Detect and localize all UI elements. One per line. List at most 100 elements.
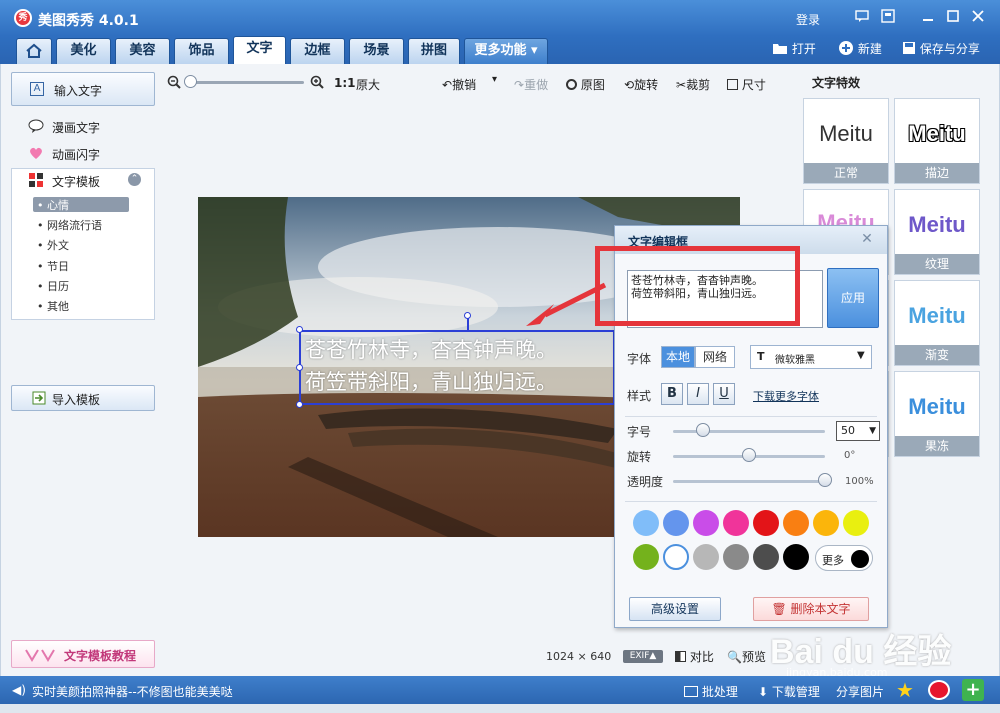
tab-beauty[interactable]: 美容 xyxy=(115,38,170,64)
template-item-other[interactable]: • 其他 xyxy=(37,298,69,314)
zoom-slider[interactable] xyxy=(186,81,304,84)
trash-icon: 🗑 xyxy=(771,602,787,616)
color-swatch[interactable] xyxy=(633,510,659,536)
opacity-slider[interactable] xyxy=(673,480,825,483)
color-swatch[interactable] xyxy=(663,544,689,570)
original-image-button[interactable]: 原图 xyxy=(566,76,605,93)
redo-button[interactable]: ↷重做 xyxy=(514,76,548,93)
minimize-icon[interactable] xyxy=(920,9,936,25)
font-web-toggle[interactable]: 网络 xyxy=(695,346,735,368)
collapse-icon[interactable]: ⌃ xyxy=(128,173,141,186)
bold-button[interactable]: B xyxy=(661,383,683,405)
star-icon[interactable]: ★ xyxy=(896,679,918,701)
italic-button[interactable]: I xyxy=(687,383,709,405)
undo-button[interactable]: ↶撤销 xyxy=(442,76,476,93)
resize-handle-bottom-left[interactable] xyxy=(296,401,303,408)
resize-handle-top-left[interactable] xyxy=(296,326,303,333)
opacity-slider-knob[interactable] xyxy=(818,473,832,487)
effect-jelly[interactable]: Meitu 果冻 xyxy=(894,371,980,457)
font-size-slider-knob[interactable] xyxy=(696,423,711,437)
color-swatch[interactable] xyxy=(843,510,869,536)
color-swatch[interactable] xyxy=(753,544,779,570)
template-item-calendar[interactable]: • 日历 xyxy=(37,278,69,294)
template-item-foreign[interactable]: • 外文 xyxy=(37,237,69,253)
font-size-select[interactable]: 50 ▼ xyxy=(836,421,880,441)
template-item-mood[interactable]: • 心情 xyxy=(37,197,69,213)
rotate-handle[interactable] xyxy=(464,312,471,319)
zoom-out-icon[interactable] xyxy=(167,75,181,92)
apply-button[interactable]: 应用 xyxy=(827,268,879,328)
download-fonts-link[interactable]: 下载更多字体 xyxy=(753,388,819,404)
color-swatch[interactable] xyxy=(723,544,749,570)
batch-button[interactable]: 批处理 xyxy=(684,683,738,700)
underline-button[interactable]: U xyxy=(713,383,735,405)
font-select[interactable]: T 微软雅黑 ▼ xyxy=(750,345,872,369)
effect-stroke[interactable]: Meitu 描边 xyxy=(894,98,980,184)
tab-frame[interactable]: 边框 xyxy=(290,38,345,64)
color-swatch[interactable] xyxy=(663,510,689,536)
share-image-button[interactable]: 分享图片 xyxy=(836,683,884,700)
tab-collage[interactable]: 拼图 xyxy=(408,38,460,64)
rotate-button[interactable]: ⟲旋转 xyxy=(624,76,658,93)
comment-icon[interactable] xyxy=(854,9,870,25)
color-swatch[interactable] xyxy=(693,544,719,570)
effect-gradient[interactable]: Meitu 渐变 xyxy=(894,280,980,366)
color-swatch[interactable] xyxy=(783,544,809,570)
maximize-icon[interactable] xyxy=(945,9,961,25)
color-swatch[interactable] xyxy=(753,510,779,536)
weibo-icon[interactable] xyxy=(928,680,950,700)
delete-text-button[interactable]: 🗑 删除本文字 xyxy=(753,597,869,621)
status-tip-link[interactable]: 实时美颜拍照神器--不修图也能美美哒 xyxy=(32,683,233,700)
import-template-button[interactable]: 导入模板 xyxy=(11,385,155,411)
divider xyxy=(625,416,877,417)
animated-text-link[interactable]: 动画闪字 xyxy=(52,146,100,163)
input-text-button[interactable]: A 输入文字 xyxy=(11,72,155,106)
login-link[interactable]: 登录 xyxy=(796,11,820,28)
template-tutorial-button[interactable]: 文字模板教程 xyxy=(11,640,155,668)
text-a-icon: A xyxy=(30,82,44,96)
rotation-slider-knob[interactable] xyxy=(742,448,756,462)
skin-icon[interactable] xyxy=(880,9,896,25)
text-selection-box[interactable] xyxy=(299,330,615,405)
zoom-in-icon[interactable] xyxy=(310,75,324,92)
template-item-label: 节日 xyxy=(47,260,69,273)
color-swatch[interactable] xyxy=(693,510,719,536)
tab-text[interactable]: 文字 xyxy=(233,36,286,64)
comic-text-link[interactable]: 漫画文字 xyxy=(52,119,100,136)
compare-button[interactable]: 对比 xyxy=(675,648,714,665)
color-swatch[interactable] xyxy=(813,510,839,536)
template-item-internet-slang[interactable]: • 网络流行语 xyxy=(37,217,102,233)
tab-more-functions[interactable]: 更多功能 ▾ xyxy=(464,38,548,64)
zoom-slider-knob[interactable] xyxy=(184,75,197,88)
tab-beautify[interactable]: 美化 xyxy=(56,38,111,64)
more-colors-button[interactable]: 更多 xyxy=(815,545,873,571)
exif-button[interactable]: EXIF▲ xyxy=(623,650,663,663)
color-swatch[interactable] xyxy=(633,544,659,570)
advanced-settings-button[interactable]: 高级设置 xyxy=(629,597,721,621)
open-button[interactable]: 打开 xyxy=(772,40,816,57)
close-icon[interactable] xyxy=(970,9,986,25)
tab-scene[interactable]: 场景 xyxy=(349,38,404,64)
effect-texture[interactable]: Meitu 纹理 xyxy=(894,189,980,275)
crop-button[interactable]: ✂裁剪 xyxy=(676,76,710,93)
original-size-button[interactable]: 原大 xyxy=(356,76,380,93)
dialog-close-icon[interactable]: ✕ xyxy=(859,231,875,247)
template-item-festival[interactable]: • 节日 xyxy=(37,258,69,274)
opacity-label: 透明度 xyxy=(627,475,664,489)
resize-handle-left[interactable] xyxy=(296,364,303,371)
effect-normal[interactable]: Meitu 正常 xyxy=(803,98,889,184)
undo-dropdown-icon[interactable]: ▾ xyxy=(492,74,497,85)
save-share-button[interactable]: 保存与分享 xyxy=(902,40,980,57)
download-manager-button[interactable]: ⬇ 下载管理 xyxy=(758,683,820,700)
color-swatch[interactable] xyxy=(723,510,749,536)
preview-label: 预览 xyxy=(741,650,766,664)
add-plugin-icon[interactable]: + xyxy=(962,679,984,701)
new-button[interactable]: 新建 xyxy=(838,40,882,57)
text-template-header[interactable]: 文字模板 xyxy=(52,173,100,190)
resize-button[interactable]: 尺寸 xyxy=(727,76,766,93)
tab-home[interactable] xyxy=(16,38,52,64)
preview-button[interactable]: 🔍预览 xyxy=(727,648,766,665)
color-swatch[interactable] xyxy=(783,510,809,536)
tab-accessories[interactable]: 饰品 xyxy=(174,38,229,64)
font-local-toggle[interactable]: 本地 xyxy=(661,346,695,368)
